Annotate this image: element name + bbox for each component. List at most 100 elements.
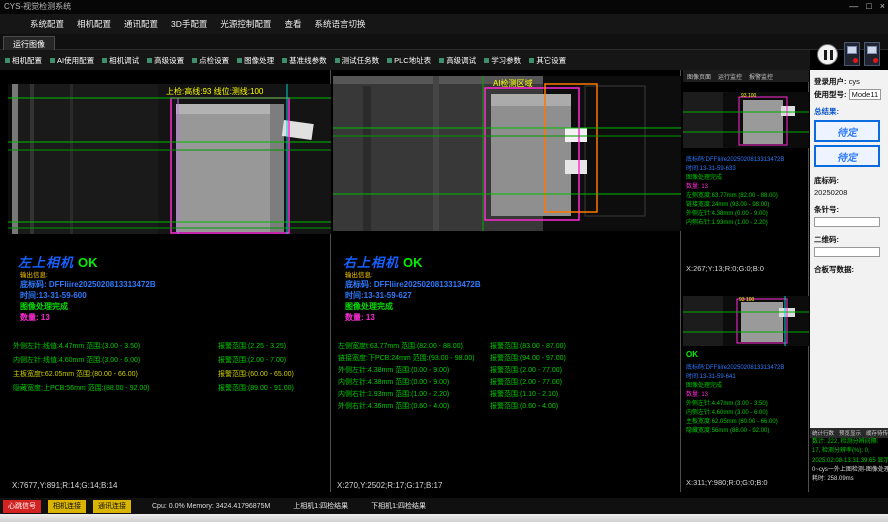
measurement-row: 外侧右针:4.36mm 范围:(0.60 - 4.00)报警范围:(0.60 -… (338, 401, 678, 411)
small-bottom-camera-image[interactable]: 93 100 (683, 296, 809, 346)
small-bottom-line: 时间:13-31-59-641 (686, 371, 736, 380)
time-text: 时间:13-31-59-600 (20, 290, 87, 301)
maximize-button[interactable]: □ (866, 0, 871, 14)
pin-label: 条针号: (814, 205, 839, 214)
process-status-text: 图像处理完成 (20, 301, 68, 312)
time-text: 时间:13-31-59-627 (345, 290, 412, 301)
window-controls: — □ × (849, 0, 885, 14)
record-indicator-icon (853, 58, 858, 63)
measurement-row: 链接宽度:下PCB:24mm 范围:(93.00 - 98.00)报警范围:(9… (338, 353, 678, 363)
pin-input[interactable] (814, 217, 880, 227)
menu-system-config[interactable]: 系统配置 (30, 18, 64, 30)
tool-spot-check[interactable]: 点检设置 (192, 55, 229, 66)
top-camera-result-text: 上相机1:四检结果 (293, 501, 348, 511)
stats-line: 耗时: 258.09ms (810, 475, 888, 484)
menu-camera-config[interactable]: 相机配置 (77, 18, 111, 30)
qr-label: 二维码: (814, 235, 839, 244)
secondary-view-tabs: 图像页面 运行监控 报警监控 (683, 70, 809, 82)
board-data-label: 合板写数据: (814, 265, 854, 274)
small-bottom-line: 底标码:DFFIiire2025020813313472B (686, 362, 784, 371)
process-status-text: 图像处理完成 (345, 301, 393, 312)
menu-view[interactable]: 查看 (284, 18, 301, 30)
camera-icon (867, 46, 877, 54)
small-bottom-result: OK (686, 350, 698, 359)
small-top-line: 内侧右针:1.93mm (1.00 - 2.20) (686, 217, 768, 226)
camera-snapshot-button-1[interactable] (844, 42, 860, 66)
batch-code-label: 底标码: (814, 176, 839, 185)
measurement-row: 内侧右针:1.93mm 范围:(1.00 - 2.20)报警范围:(1.10 -… (338, 389, 678, 399)
app-window: CYS-视觉检测系统 — □ × 系统配置 相机配置 通讯配置 3D手配置 光源… (0, 0, 888, 522)
stats-tab-count[interactable]: 统计行数 (812, 429, 834, 437)
stats-line: 0~cys一外上图检测-图像处理 (810, 466, 888, 475)
small-top-pixel-coords: X:267;Y:13;R:0;G:0;B:0 (686, 264, 764, 273)
tab-image-page[interactable]: 图像页面 (687, 72, 711, 81)
batch-code-value: 20250208 (814, 188, 884, 197)
left-camera-image: 上检:高线:93 线位:测线:100 (8, 84, 331, 234)
right-camera-image: AI检测区域 (333, 76, 681, 231)
ai-region-label: AI检测区域 (493, 78, 533, 88)
camera-snapshot-button-2[interactable] (864, 42, 880, 66)
barcode-text: 底标码: DFFIiire2025020813313472B (345, 279, 481, 290)
tool-plc-address[interactable]: PLC地址表 (387, 55, 431, 66)
stats-line: 数计: 222, 检测分辨间隔: (810, 438, 888, 447)
menu-light-config[interactable]: 光源控制配置 (220, 18, 271, 30)
small-top-overlay: 93 100 (741, 93, 757, 99)
tab-run-monitor[interactable]: 运行监控 (718, 72, 742, 81)
left-camera-view[interactable]: 上检:高线:93 线位:测线:100 左上相机OK 输出信息: 底标码: DFF… (8, 70, 331, 492)
tool-ai-config[interactable]: AI使用配置 (50, 55, 94, 66)
output-info-label: 输出信息: (345, 269, 373, 279)
small-bottom-overlay: 93 100 (739, 297, 755, 303)
small-top-line: 底标码:DFFIiire2025020813313472B (686, 154, 784, 163)
tool-baseline-params[interactable]: 基准线参数 (282, 55, 327, 66)
bottom-edge-strip (0, 514, 888, 522)
stats-panel: 统计行数 预览显示 缓存待传 数计: 222, 检测分辨间隔: 17, 检测分辨… (810, 428, 888, 496)
bottom-camera-result-text: 下相机1:四检结果 (371, 501, 426, 511)
measurement-row: 左侧宽度t:63.77mm 范围:(82.00 - 88.00)报警范围:(83… (338, 341, 678, 351)
small-bottom-pixel-coords: X:311;Y:980;R:0;G:0;B:0 (686, 478, 768, 487)
secondary-camera-column: 图像页面 运行监控 报警监控 93 100 底标码:DFFIiire202502… (683, 70, 809, 492)
measurement-row: 隐藏宽度:上PCB:56mm 范围:(88.00 - 92.00)报警范围:(8… (13, 383, 353, 393)
tool-test-tasks[interactable]: 测试任务数 (335, 55, 380, 66)
camera-connect-badge: 相机连接 (48, 500, 86, 513)
measurement-row: 内侧左针:4.38mm 范围:(0.00 - 9.00)报警范围:(2.00 -… (338, 377, 678, 387)
heartbeat-status-badge: 心跳信号 (3, 500, 41, 513)
stats-tab-cache[interactable]: 缓存待传 (866, 429, 888, 437)
stats-line: 2025:02:08-13:31:39:65 显示图像取样高点 (810, 457, 888, 466)
stats-tabs: 统计行数 预览显示 缓存待传 (810, 428, 888, 438)
small-top-camera-image[interactable]: 93 100 (683, 92, 809, 148)
output-info-label: 输出信息: (20, 269, 48, 279)
right-camera-view[interactable]: AI检测区域 右上相机OK 输出信息: 底标码: DFFIiire2025020… (333, 70, 681, 492)
tool-learning-params[interactable]: 学习参数 (484, 55, 521, 66)
tool-advanced-debug[interactable]: 高级调试 (439, 55, 476, 66)
measurement-row: 内侧左针:线值:4.60mm 范围:(3.00 - 6.00)报警范围:(2.0… (13, 355, 353, 365)
right-pixel-coords: X:270,Y:2502;R:17;G:17;B:17 (337, 481, 442, 490)
tool-camera-config[interactable]: 相机配置 (5, 55, 42, 66)
tool-camera-debug[interactable]: 相机调试 (102, 55, 139, 66)
tab-alarm-monitor[interactable]: 报警监控 (749, 72, 773, 81)
qr-input[interactable] (814, 247, 880, 257)
result-ok-badge: OK (403, 255, 423, 270)
count-text: 数量: 13 (20, 312, 50, 323)
close-button[interactable]: × (880, 0, 885, 14)
barcode-text: 底标码: DFFIiire2025020813313472B (20, 279, 156, 290)
minimize-button[interactable]: — (849, 0, 858, 14)
tool-other-settings[interactable]: 其它设置 (529, 55, 566, 66)
menu-comm-config[interactable]: 通讯配置 (124, 18, 158, 30)
left-pixel-coords: X:7677,Y:891;R:14;G:14;B:14 (12, 481, 117, 490)
stats-tab-preview[interactable]: 预览显示 (839, 429, 861, 437)
menu-3d-config[interactable]: 3D手配置 (171, 18, 207, 30)
pause-button[interactable] (817, 44, 838, 65)
measurement-row: 外侧左针:线值:4.47mm 范围:(3.00 - 3.50)报警范围:(2.2… (13, 341, 353, 351)
total-result-box-1: 待定 (814, 120, 880, 142)
comm-connect-badge: 通讯连接 (93, 500, 131, 513)
tool-image-processing[interactable]: 图像处理 (237, 55, 274, 66)
small-top-line: 左侧宽度:63.77mm (82.00 - 88.00) (686, 190, 778, 199)
model-select[interactable]: Mode11 (849, 89, 882, 100)
window-title: CYS-视觉检测系统 (4, 2, 71, 11)
tool-advanced-settings[interactable]: 高级设置 (147, 55, 184, 66)
status-bar: 心跳信号 相机连接 通讯连接 Cpu: 0.0% Memory: 3424.41… (0, 498, 888, 514)
login-user-value: cys (849, 77, 860, 86)
small-bottom-line: 数量: 13 (686, 389, 708, 398)
camera-icon (847, 46, 857, 54)
menu-language-switch[interactable]: 系统语言切换 (314, 18, 365, 30)
